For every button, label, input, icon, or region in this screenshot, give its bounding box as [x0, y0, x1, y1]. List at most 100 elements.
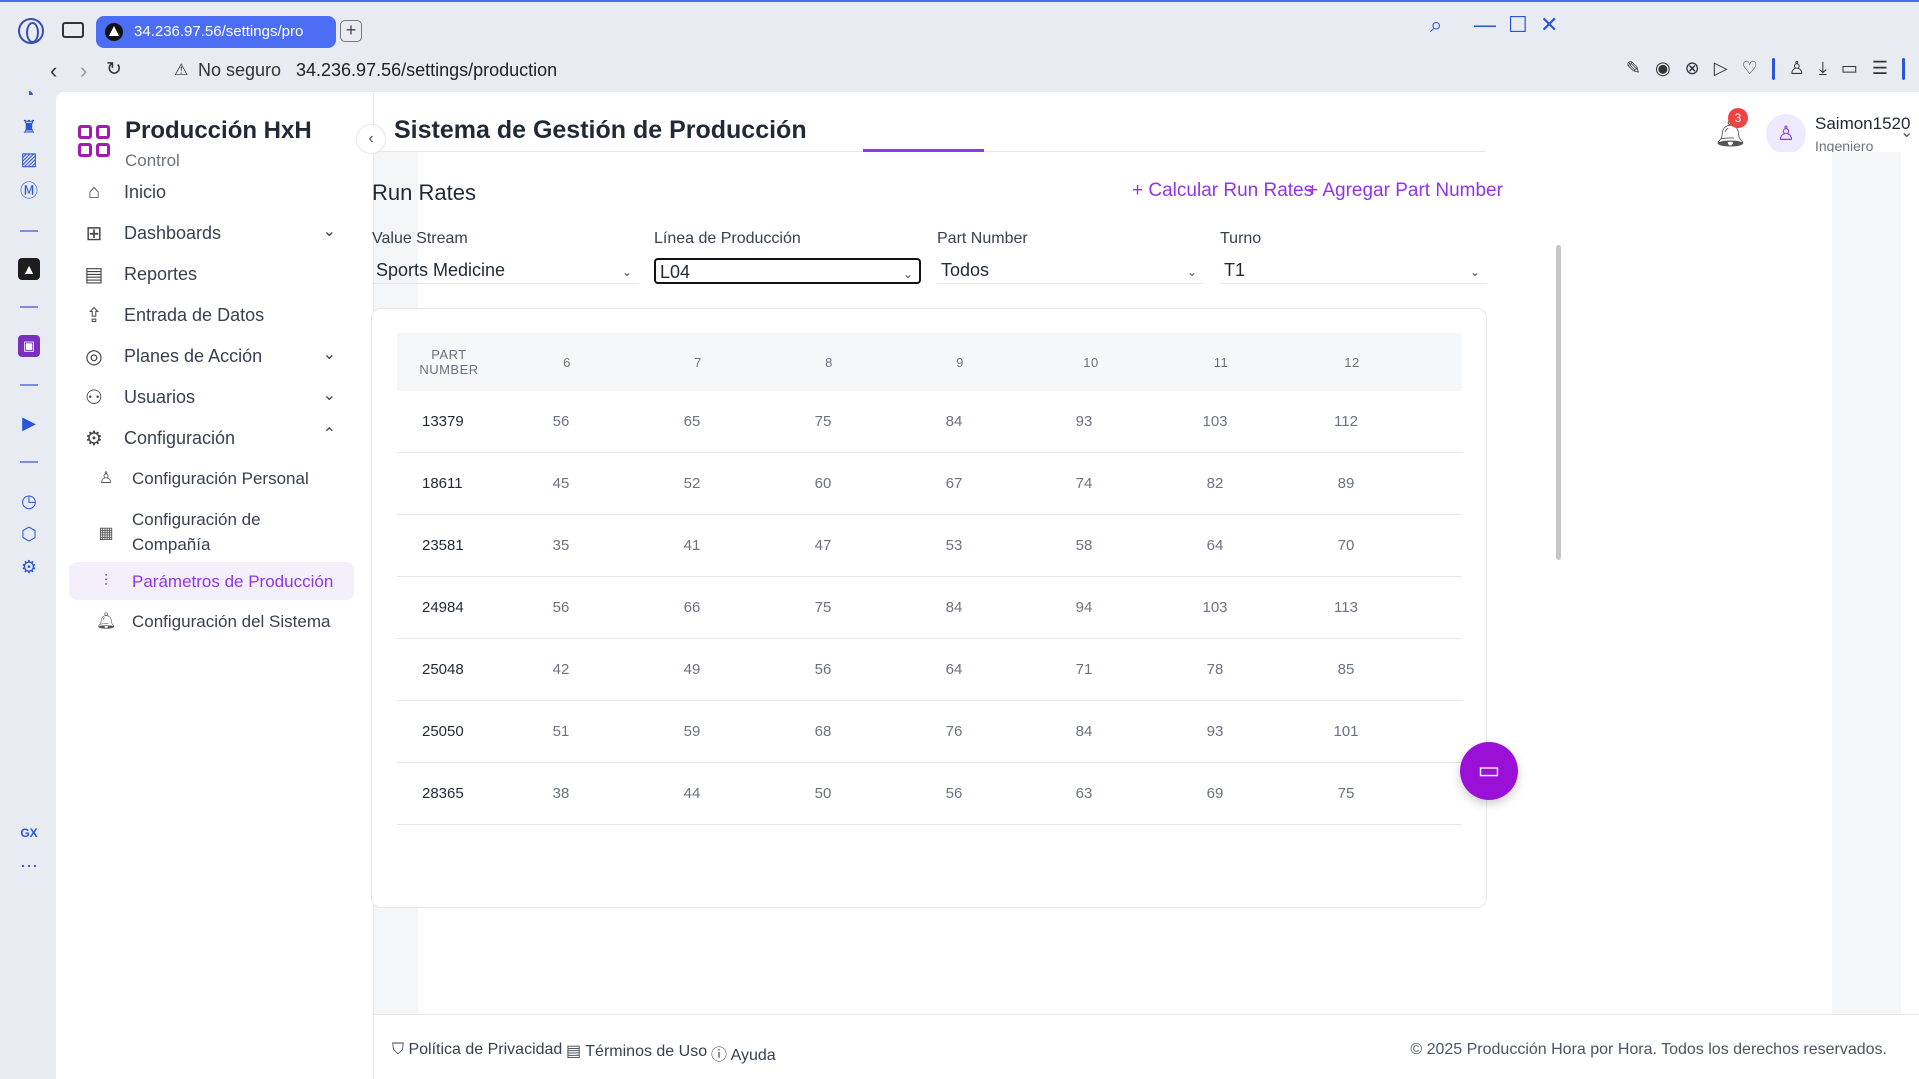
sidebar-item-configuracion[interactable]: ⚙ Configuración ⌃	[68, 416, 366, 460]
sidebar-divider	[20, 461, 38, 463]
rate-cell: 35	[552, 537, 570, 554]
collapse-sidebar-button[interactable]: ‹	[356, 124, 386, 154]
chat-button[interactable]: ▭	[1460, 742, 1518, 800]
browser-tab[interactable]: 34.236.97.56/settings/pro	[96, 16, 336, 48]
rate-cell: 75	[814, 599, 832, 616]
dev-icon[interactable]: ♜	[18, 116, 40, 138]
sidebar-item-label: Dashboards	[124, 222, 222, 243]
rate-cell: 112	[1334, 413, 1358, 430]
sidebar-subitem-parametros-produccion[interactable]: ⫶ Parámetros de Producción	[69, 562, 354, 600]
terms-link[interactable]: ▤ Términos de Uso	[566, 1041, 707, 1061]
address-input[interactable]: 34.236.97.56/settings/production	[296, 60, 557, 81]
value-stream-select[interactable]: Sports Medicine ⌄	[372, 258, 638, 284]
player-icon[interactable]: ▶	[18, 412, 40, 434]
shield-icon: ⛉	[392, 1041, 405, 1058]
rate-cell: 113	[1334, 599, 1358, 616]
part-number-select[interactable]: Todos ⌄	[937, 258, 1203, 284]
twitch-icon[interactable]: ▣	[18, 335, 40, 357]
rate-cell: 56	[552, 413, 570, 430]
rate-cell: 71	[1075, 661, 1093, 678]
terms-label: Términos de Uso	[585, 1043, 708, 1060]
close-window-button[interactable]: ✕	[1540, 12, 1558, 38]
rate-cell: 60	[814, 475, 832, 492]
profile-icon[interactable]: ♙	[1789, 58, 1805, 80]
battery-icon[interactable]: ▭	[1841, 58, 1858, 80]
rate-cell: 64	[945, 661, 963, 678]
add-part-number-button[interactable]: + Agregar Part Number	[1307, 180, 1503, 202]
sidebar-item-dashboards[interactable]: ⊞ Dashboards ⌄	[68, 211, 366, 255]
sidebar-item-entrada-datos[interactable]: ⇪ Entrada de Datos	[68, 293, 366, 337]
sidebar-item-inicio[interactable]: ⌂ Inicio	[68, 170, 366, 214]
maximize-button[interactable]: ☐	[1508, 12, 1528, 38]
target-icon: ◎	[85, 345, 103, 368]
aria-icon[interactable]: ◔	[18, 83, 40, 105]
help-link[interactable]: ⓘ Ayuda	[711, 1041, 776, 1065]
rate-cell: 93	[1206, 723, 1224, 740]
edit-icon[interactable]: ✎	[1626, 58, 1641, 80]
opera-logo-icon[interactable]	[18, 18, 44, 44]
linea-produccion-select[interactable]: L04 ⌄	[654, 258, 921, 284]
rate-cell: 74	[1075, 475, 1093, 492]
brand-subtitle: Control	[125, 151, 180, 170]
download-icon[interactable]: ⤓	[1819, 58, 1827, 80]
scrollbar-thumb[interactable]	[1556, 245, 1561, 560]
rate-cell: 94	[1075, 599, 1093, 616]
more-icon[interactable]: ⋯	[18, 855, 40, 877]
table-row[interactable]: 28365 38 44 50 56 63 69 75	[397, 763, 1462, 825]
app-sidebar: Producción HxH Control ⌂ Inicio ⊞ Dashbo…	[56, 92, 374, 1079]
gx-icon[interactable]: GX	[18, 822, 40, 844]
adblock-icon[interactable]: ⊗	[1685, 58, 1700, 80]
minimize-button[interactable]: —	[1474, 12, 1496, 38]
user-menu-chevron-icon[interactable]: ⌄	[1900, 122, 1913, 142]
sidebar-item-reportes[interactable]: ▤ Reportes	[68, 252, 366, 296]
sidebar-item-label: Usuarios	[124, 386, 196, 407]
turno-select[interactable]: T1 ⌄	[1220, 258, 1486, 284]
table-row[interactable]: 18611 45 52 60 67 74 82 89	[397, 453, 1462, 515]
avatar[interactable]: ♙	[1766, 114, 1806, 154]
calc-run-rates-button[interactable]: + Calcular Run Rates	[1132, 180, 1313, 202]
copyright: © 2025 Producción Hora por Hora. Todos l…	[1410, 1041, 1887, 1058]
sidebar-subitem-config-compania[interactable]: ▦ Configuración de Compañía	[84, 507, 304, 557]
settings-icon[interactable]: ⚙	[18, 556, 40, 578]
toolbar-separator	[1771, 58, 1775, 80]
security-label[interactable]: No seguro	[198, 60, 281, 81]
table-row[interactable]: 25048 42 49 56 64 71 78 85	[397, 639, 1462, 701]
privacy-link[interactable]: ⛉ Política de Privacidad	[392, 1041, 562, 1059]
linea-produccion-value: L04	[660, 262, 691, 282]
m-app-icon[interactable]: Ⓜ	[18, 180, 40, 202]
new-tab-button[interactable]: +	[340, 20, 362, 42]
sidebar-item-planes-accion[interactable]: ◎ Planes de Acción ⌄	[68, 334, 366, 378]
workspaces-icon[interactable]	[62, 22, 84, 38]
sidebar-divider	[20, 306, 38, 308]
table-row[interactable]: 24984 56 66 75 84 94 103 113	[397, 577, 1462, 639]
table-row[interactable]: 23581 35 41 47 53 58 64 70	[397, 515, 1462, 577]
warning-icon[interactable]: ⚠	[174, 60, 188, 80]
sidebar-subitem-config-sistema[interactable]: 🔔︎ Configuración del Sistema	[84, 609, 364, 634]
rate-cell: 84	[1075, 723, 1093, 740]
add-part-number-label: Agregar Part Number	[1322, 180, 1503, 201]
heart-icon[interactable]: ♡	[1742, 58, 1758, 80]
reload-button[interactable]: ↻	[106, 58, 122, 81]
table-row[interactable]: 13379 56 65 75 84 93 103 112	[397, 391, 1462, 453]
forward-button[interactable]: ›	[80, 58, 87, 84]
sliders-icon: ⫶	[103, 572, 108, 590]
history-icon[interactable]: ◷	[18, 490, 40, 512]
search-tabs-icon[interactable]: ⌕	[1430, 12, 1442, 38]
user-name[interactable]: Saimon1520	[1815, 114, 1910, 134]
turno-value: T1	[1224, 260, 1246, 280]
opera-sidebar: ◔ ♜ ▨ Ⓜ ▲ ▣ ▶ ◷ ⬡ ⚙ GX ⋯	[0, 84, 56, 1079]
part-number-cell: 13379	[422, 413, 464, 430]
table-row[interactable]: 25050 51 59 68 76 84 93 101	[397, 701, 1462, 763]
sidebar-item-usuarios[interactable]: ⚇ Usuarios ⌄	[68, 375, 366, 419]
app-shortcut-icon[interactable]: ▲	[18, 258, 40, 280]
sidebar-subitem-config-personal[interactable]: ♙ Configuración Personal	[84, 466, 364, 491]
users-icon: ⚇	[85, 386, 103, 409]
code-icon[interactable]: ▨	[18, 148, 40, 170]
cube-icon[interactable]: ⬡	[18, 523, 40, 545]
back-button[interactable]: ‹	[50, 58, 57, 84]
app-header: Sistema de Gestión de Producción 🔔︎ 3 ♙ …	[374, 92, 1919, 154]
camera-icon[interactable]: ◉	[1655, 58, 1671, 80]
rate-cell: 58	[1075, 537, 1093, 554]
send-icon[interactable]: ▷	[1714, 58, 1728, 80]
menu-icon[interactable]: ☰	[1872, 58, 1888, 80]
